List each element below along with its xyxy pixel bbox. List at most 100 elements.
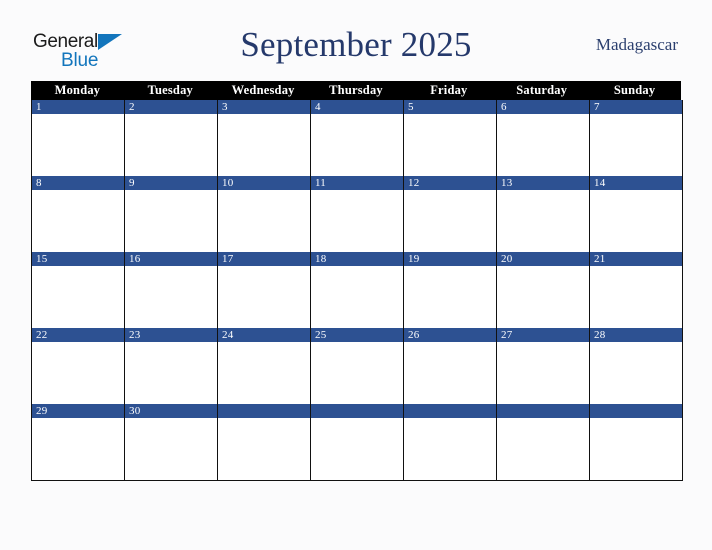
- day-number: 7: [590, 100, 682, 114]
- day-cell[interactable]: 14: [590, 176, 682, 252]
- day-cell[interactable]: 11: [311, 176, 404, 252]
- day-events-area[interactable]: [404, 342, 496, 404]
- day-events-area[interactable]: [125, 266, 217, 328]
- day-cell[interactable]: 10: [218, 176, 311, 252]
- day-cell[interactable]: 21: [590, 252, 682, 328]
- day-events-area[interactable]: [590, 114, 682, 176]
- day-events-area[interactable]: [218, 114, 310, 176]
- day-cell[interactable]: 2: [125, 100, 218, 176]
- day-cell[interactable]: [404, 404, 497, 480]
- day-events-area[interactable]: [218, 266, 310, 328]
- day-cell[interactable]: 23: [125, 328, 218, 404]
- day-cell[interactable]: 12: [404, 176, 497, 252]
- day-number: 9: [125, 176, 217, 190]
- day-number: 6: [497, 100, 589, 114]
- day-cell[interactable]: 20: [497, 252, 590, 328]
- day-cell[interactable]: [218, 404, 311, 480]
- day-number: 26: [404, 328, 496, 342]
- day-events-area[interactable]: [32, 342, 124, 404]
- day-cell[interactable]: 5: [404, 100, 497, 176]
- calendar-week-row: 1 2 3 4 5 6 7: [32, 100, 682, 176]
- day-events-area[interactable]: [311, 342, 403, 404]
- day-cell[interactable]: [497, 404, 590, 480]
- day-cell[interactable]: 9: [125, 176, 218, 252]
- day-events-area[interactable]: [32, 190, 124, 252]
- day-cell[interactable]: [590, 404, 682, 480]
- day-events-area[interactable]: [311, 114, 403, 176]
- day-cell[interactable]: 1: [32, 100, 125, 176]
- day-events-area[interactable]: [497, 418, 589, 480]
- day-number: [590, 404, 682, 418]
- day-events-area[interactable]: [404, 418, 496, 480]
- day-events-area[interactable]: [404, 190, 496, 252]
- day-number: [404, 404, 496, 418]
- weekday-header-tuesday: Tuesday: [147, 83, 193, 97]
- calendar-page: General Blue September 2025 Madagascar M…: [0, 0, 712, 550]
- day-events-area[interactable]: [32, 418, 124, 480]
- day-events-area[interactable]: [125, 114, 217, 176]
- calendar-week-row: 8 9 10 11 12 13 14: [32, 176, 682, 252]
- day-events-area[interactable]: [311, 418, 403, 480]
- day-events-area[interactable]: [497, 114, 589, 176]
- day-events-area[interactable]: [497, 266, 589, 328]
- day-events-area[interactable]: [590, 418, 682, 480]
- day-events-area[interactable]: [32, 266, 124, 328]
- day-cell[interactable]: 8: [32, 176, 125, 252]
- day-cell[interactable]: 19: [404, 252, 497, 328]
- country-label: Madagascar: [595, 35, 678, 54]
- day-events-area[interactable]: [218, 190, 310, 252]
- weekday-header-saturday: Saturday: [516, 83, 568, 97]
- day-cell[interactable]: 7: [590, 100, 682, 176]
- day-number: 24: [218, 328, 310, 342]
- day-events-area[interactable]: [404, 114, 496, 176]
- day-events-area[interactable]: [218, 342, 310, 404]
- day-events-area[interactable]: [311, 266, 403, 328]
- day-number: 18: [311, 252, 403, 266]
- day-number: 23: [125, 328, 217, 342]
- day-cell[interactable]: 13: [497, 176, 590, 252]
- day-number: 10: [218, 176, 310, 190]
- day-events-area[interactable]: [218, 418, 310, 480]
- day-cell[interactable]: 15: [32, 252, 125, 328]
- day-cell[interactable]: 29: [32, 404, 125, 480]
- day-cell[interactable]: 18: [311, 252, 404, 328]
- day-events-area[interactable]: [497, 342, 589, 404]
- day-cell[interactable]: [311, 404, 404, 480]
- day-events-area[interactable]: [125, 418, 217, 480]
- day-cell[interactable]: 3: [218, 100, 311, 176]
- day-events-area[interactable]: [590, 342, 682, 404]
- day-number: 22: [32, 328, 124, 342]
- day-events-area[interactable]: [125, 190, 217, 252]
- day-number: 20: [497, 252, 589, 266]
- day-number: 19: [404, 252, 496, 266]
- day-cell[interactable]: 30: [125, 404, 218, 480]
- day-number: [218, 404, 310, 418]
- day-cell[interactable]: 16: [125, 252, 218, 328]
- day-cell[interactable]: 28: [590, 328, 682, 404]
- day-cell[interactable]: 22: [32, 328, 125, 404]
- day-cell[interactable]: 24: [218, 328, 311, 404]
- weekday-header-monday: Monday: [54, 83, 101, 97]
- day-number: 27: [497, 328, 589, 342]
- day-number: 2: [125, 100, 217, 114]
- day-cell[interactable]: 6: [497, 100, 590, 176]
- day-events-area[interactable]: [125, 342, 217, 404]
- day-number: 29: [32, 404, 124, 418]
- day-events-area[interactable]: [32, 114, 124, 176]
- day-number: 17: [218, 252, 310, 266]
- day-cell[interactable]: 17: [218, 252, 311, 328]
- day-cell[interactable]: 4: [311, 100, 404, 176]
- day-number: 1: [32, 100, 124, 114]
- day-events-area[interactable]: [590, 190, 682, 252]
- day-number: 4: [311, 100, 403, 114]
- calendar-weeks: 1 2 3 4 5 6 7 8 9 10 11 12 13 14 15 16 1…: [31, 100, 683, 481]
- day-cell[interactable]: 26: [404, 328, 497, 404]
- day-cell[interactable]: 25: [311, 328, 404, 404]
- day-number: 3: [218, 100, 310, 114]
- day-number: 28: [590, 328, 682, 342]
- day-events-area[interactable]: [497, 190, 589, 252]
- day-events-area[interactable]: [590, 266, 682, 328]
- day-events-area[interactable]: [311, 190, 403, 252]
- day-events-area[interactable]: [404, 266, 496, 328]
- day-cell[interactable]: 27: [497, 328, 590, 404]
